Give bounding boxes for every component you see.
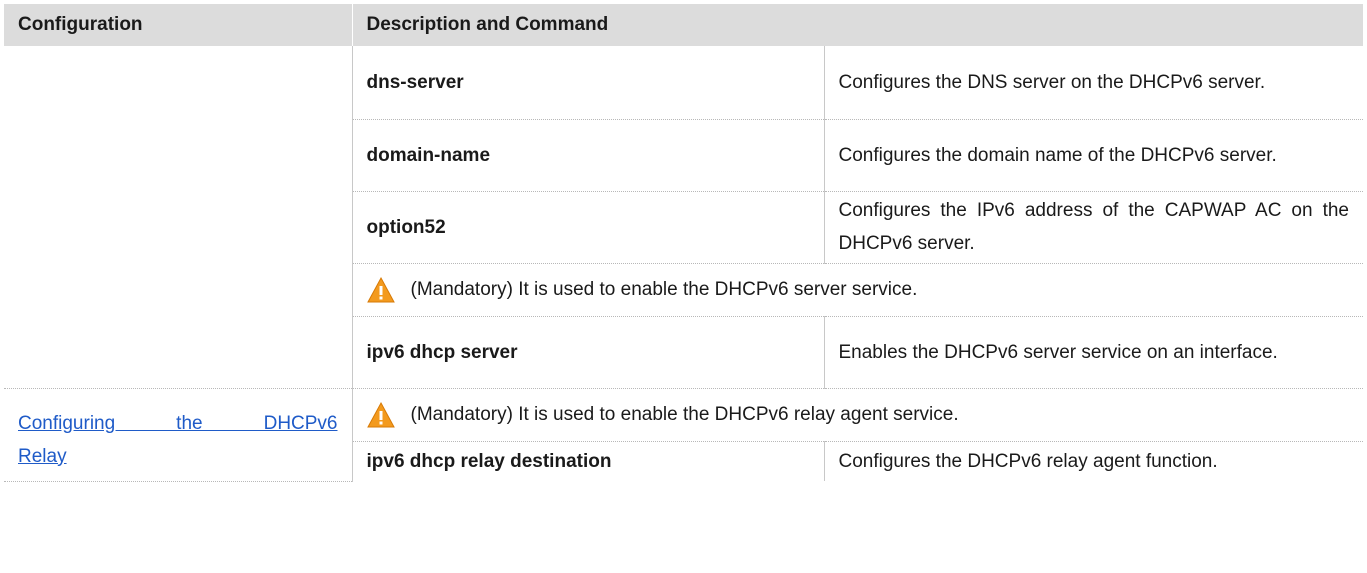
config-table: Configuration Description and Command dn…: [4, 4, 1364, 482]
server-note-cell: (Mandatory) It is used to enable the DHC…: [352, 263, 1363, 317]
configuring-dhcpv6-relay-link-line2[interactable]: Relay: [18, 440, 338, 473]
description-option52: Configures the IPv6 address of the CAPWA…: [824, 191, 1363, 264]
table-header-row: Configuration Description and Command: [4, 4, 1364, 46]
header-description-and-command: Description and Command: [352, 4, 1364, 46]
configuring-dhcpv6-relay-link[interactable]: Configuring the DHCPv6: [18, 407, 338, 440]
command-option52: option52: [352, 191, 825, 264]
command-ipv6-dhcp-server: ipv6 dhcp server: [352, 316, 825, 388]
description-domain-name: Configures the domain name of the DHCPv6…: [824, 119, 1363, 192]
relay-note-cell: (Mandatory) It is used to enable the DHC…: [352, 387, 1363, 442]
warning-triangle-icon: [366, 401, 395, 427]
description-ipv6-dhcp-server: Enables the DHCPv6 server service on an …: [838, 341, 1278, 363]
table-row: dns-server Configures the DNS server on …: [4, 46, 1363, 388]
command-domain-name: domain-name: [352, 119, 825, 192]
relay-note-text: (Mandatory) It is used to enable the DHC…: [410, 404, 959, 425]
config-table-container: Configuration Description and Command dn…: [4, 4, 1364, 482]
warning-triangle-icon: [366, 276, 395, 302]
configuration-cell-empty: [4, 46, 353, 388]
description-dns-server: Configures the DNS server on the DHCPv6 …: [824, 46, 1363, 120]
description-ipv6-dhcp-relay-destination: Configures the DHCPv6 relay agent functi…: [838, 450, 1218, 472]
relay-note-row: Configuring the DHCPv6 Relay (Mandatory)…: [4, 387, 1363, 482]
command-ipv6-dhcp-relay-destination: ipv6 dhcp relay destination: [352, 441, 825, 481]
command-dns-server: dns-server: [352, 46, 825, 120]
header-configuration: Configuration: [4, 4, 353, 46]
configuration-cell-relay: Configuring the DHCPv6 Relay: [4, 387, 353, 482]
server-note-text: (Mandatory) It is used to enable the DHC…: [410, 279, 918, 300]
